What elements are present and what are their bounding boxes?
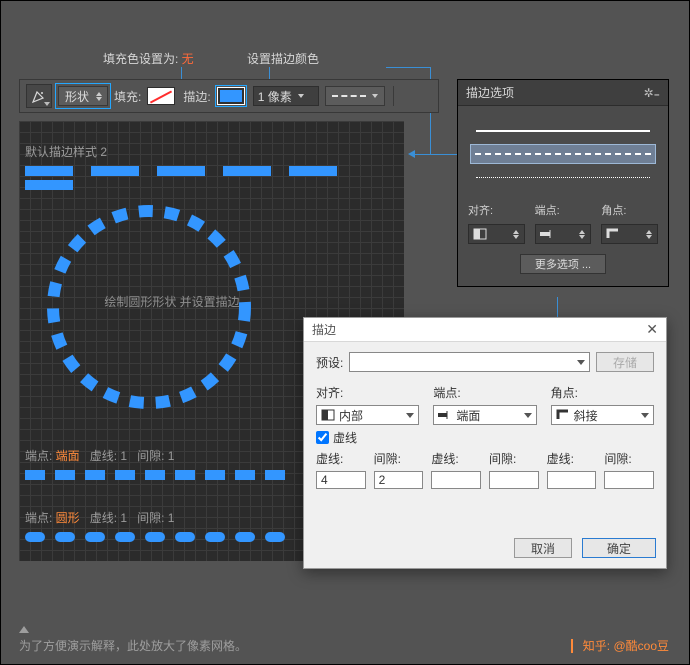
- dashed-circle: 绘制圆形形状 并设置描边: [39, 197, 259, 417]
- fill-label: 填充:: [114, 88, 141, 105]
- align-select[interactable]: [468, 224, 525, 244]
- dash-col-3: 虚线:: [547, 450, 597, 467]
- stroke-style-dropdown[interactable]: [325, 86, 385, 106]
- row-b-caption: 端点: 圆形 虚线: 1 间隙: 1: [25, 509, 174, 526]
- gap-col-1: 间隙:: [374, 450, 424, 467]
- gap-input-1[interactable]: [374, 471, 424, 489]
- pen-tool-button[interactable]: [26, 84, 52, 108]
- chevron-down-icon: [406, 413, 414, 418]
- gap-input-2[interactable]: [489, 471, 539, 489]
- ok-button[interactable]: 确定: [582, 538, 656, 558]
- stroke-weight-field[interactable]: 1 像素: [253, 86, 319, 106]
- dash-col-1: 虚线:: [316, 450, 366, 467]
- default-style-label: 默认描边样式 2: [25, 143, 107, 160]
- dash-input-1[interactable]: [316, 471, 366, 489]
- corner-miter-icon: [556, 409, 570, 421]
- cap-select[interactable]: [535, 224, 592, 244]
- cap-butt-icon: [540, 228, 554, 240]
- dash-preview-icon: [332, 95, 366, 97]
- preset-dashed[interactable]: [470, 144, 656, 164]
- row-a-caption: 端点: 端面 虚线: 1 间隙: 1: [25, 447, 174, 464]
- panel-menu-button[interactable]: ✲₌: [644, 86, 660, 100]
- annotation-line: [557, 297, 558, 319]
- preset-label: 预设:: [316, 354, 343, 371]
- dlg-corner-label: 角点:: [551, 384, 654, 401]
- stroke-swatch[interactable]: [217, 87, 245, 105]
- corner-label: 角点:: [601, 202, 658, 218]
- dlg-cap-select[interactable]: 端面: [433, 405, 536, 425]
- corner-miter-icon: [606, 228, 620, 240]
- dash-input-3[interactable]: [547, 471, 597, 489]
- panel-title: 描边选项: [466, 84, 514, 101]
- stepper-arrows-icon: [95, 89, 103, 103]
- align-inside-icon: [321, 409, 335, 421]
- arrow-left-icon: [408, 150, 415, 158]
- align-inside-icon: [473, 228, 487, 240]
- fill-swatch-none[interactable]: [147, 87, 175, 105]
- cancel-button[interactable]: 取消: [514, 538, 572, 558]
- preset-dotted[interactable]: [470, 168, 656, 186]
- chevron-down-icon: [641, 413, 649, 418]
- triangle-up-icon: [19, 626, 29, 633]
- stroke-weight-value: 1 像素: [258, 88, 292, 105]
- annotation-stroke-color: 设置描边颜色: [247, 50, 319, 67]
- circle-caption: 绘制圆形形状 并设置描边: [97, 293, 247, 310]
- dlg-align-label: 对齐:: [316, 384, 419, 401]
- stroke-label: 描边:: [183, 88, 210, 105]
- tool-mode-value: 形状: [65, 88, 89, 105]
- save-preset-button[interactable]: 存储: [596, 352, 654, 372]
- preset-select[interactable]: [349, 352, 590, 372]
- close-button[interactable]: ✕: [646, 321, 658, 338]
- cap-label: 端点:: [535, 202, 592, 218]
- preset-solid[interactable]: [470, 122, 656, 140]
- options-bar: 形状 填充: 描边: 1 像素: [19, 79, 439, 113]
- footer-credit: 知乎: @酷coo豆: [571, 637, 669, 654]
- preset-dash-icon: [354, 361, 577, 363]
- dash-col-2: 虚线:: [431, 450, 481, 467]
- footer: 为了方便演示解释，此处放大了像素网格。 知乎: @酷coo豆: [19, 626, 669, 654]
- dash-checkbox[interactable]: 虚线: [316, 429, 654, 446]
- dash-checkbox-input[interactable]: [316, 431, 329, 444]
- stroke-options-panel: 描边选项 ✲₌ 对齐: 端点: 角点:: [457, 79, 669, 287]
- chevron-down-icon: [372, 94, 378, 98]
- chevron-down-icon: [524, 413, 532, 418]
- more-options-button[interactable]: 更多选项 ...: [520, 254, 606, 274]
- annotation-line: [414, 154, 458, 155]
- align-label: 对齐:: [468, 202, 525, 218]
- footer-note: 为了方便演示解释，此处放大了像素网格。: [19, 637, 247, 654]
- dialog-title: 描边: [312, 321, 336, 338]
- gap-col-2: 间隙:: [489, 450, 539, 467]
- chevron-down-icon: [577, 360, 585, 365]
- corner-select[interactable]: [601, 224, 658, 244]
- chevron-down-icon: [298, 94, 304, 98]
- annotation-line: [386, 67, 431, 68]
- preset-list: [468, 114, 658, 194]
- gap-col-3: 间隙:: [604, 450, 654, 467]
- cap-butt-icon: [438, 409, 452, 421]
- dlg-align-select[interactable]: 内部: [316, 405, 419, 425]
- dlg-corner-select[interactable]: 斜接: [551, 405, 654, 425]
- annotation-fill-none: 填充色设置为: 无: [103, 50, 194, 67]
- separator: [393, 86, 394, 106]
- dash-input-2[interactable]: [431, 471, 481, 489]
- stroke-dialog: 描边 ✕ 预设: 存储 对齐: 端点: 角点: 内部: [303, 317, 667, 569]
- dash-sample-default: [25, 165, 395, 177]
- gap-input-3[interactable]: [604, 471, 654, 489]
- tool-mode-dropdown[interactable]: 形状: [58, 86, 108, 106]
- dlg-cap-label: 端点:: [433, 384, 536, 401]
